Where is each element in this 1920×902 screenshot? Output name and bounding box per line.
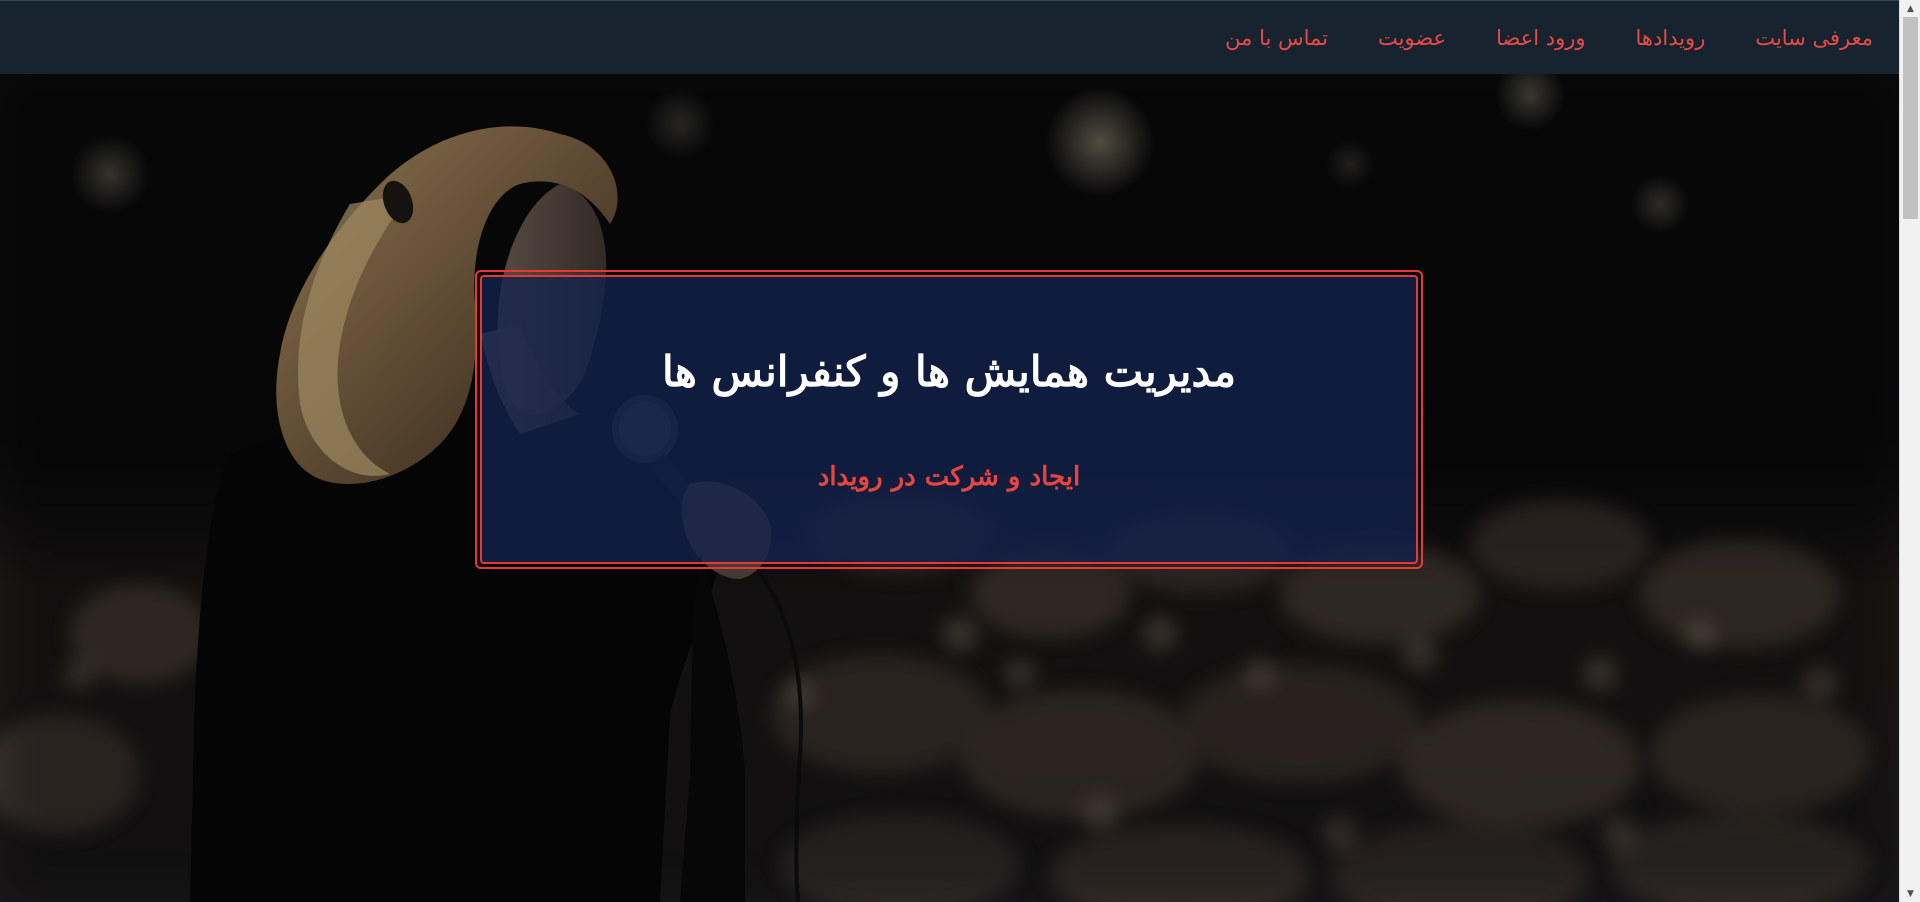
nav-item-contact-me[interactable]: تماس با من bbox=[1225, 26, 1328, 50]
nav-item-membership[interactable]: عضویت bbox=[1378, 26, 1446, 50]
hero-title: مدیریت همایش ها و کنفرانس ها bbox=[661, 347, 1237, 396]
hero-section: مدیریت همایش ها و کنفرانس ها ایجاد و شرک… bbox=[0, 74, 1899, 902]
hero-subtitle: ایجاد و شرکت در رویداد bbox=[817, 462, 1081, 492]
nav-item-about-site[interactable]: معرفی سایت bbox=[1755, 26, 1873, 50]
hero-title-box: مدیریت همایش ها و کنفرانس ها ایجاد و شرک… bbox=[475, 270, 1423, 569]
scroll-down-arrow-icon[interactable]: ▼ bbox=[1900, 885, 1920, 902]
scroll-up-arrow-icon[interactable]: ▲ bbox=[1900, 0, 1920, 17]
nav-item-events[interactable]: رویدادها bbox=[1636, 26, 1706, 50]
nav-item-member-login[interactable]: ورود اعضا bbox=[1496, 26, 1585, 50]
hero-title-box-inner: مدیریت همایش ها و کنفرانس ها ایجاد و شرک… bbox=[480, 275, 1418, 564]
top-navbar: معرفی سایت رویدادها ورود اعضا عضویت تماس… bbox=[0, 0, 1899, 74]
page: معرفی سایت رویدادها ورود اعضا عضویت تماس… bbox=[0, 0, 1899, 902]
vertical-scrollbar[interactable]: ▲ ▼ bbox=[1899, 0, 1920, 902]
scrollbar-thumb[interactable] bbox=[1903, 17, 1918, 219]
